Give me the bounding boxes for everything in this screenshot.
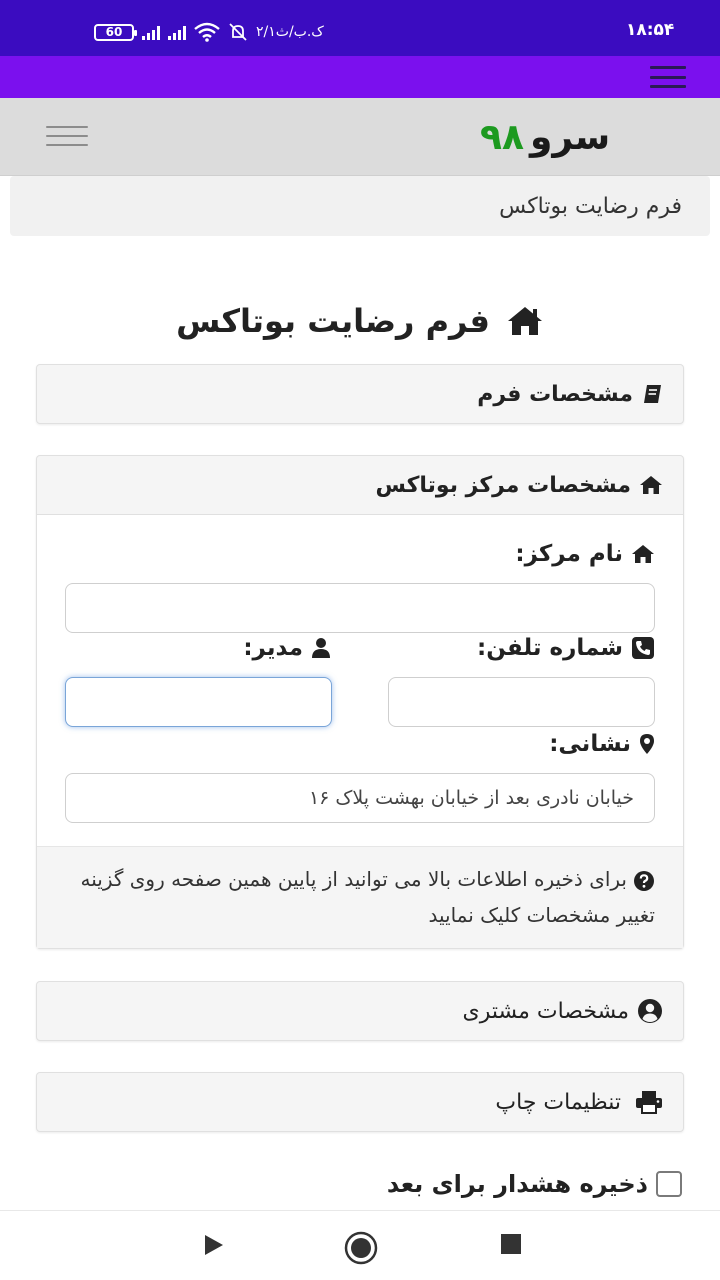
save-hint-text: برای ذخیره اطلاعات بالا می توانید از پای… xyxy=(80,867,655,927)
save-warning-checkbox[interactable] xyxy=(656,1171,682,1197)
manager-label: مدیر: xyxy=(243,635,331,661)
app-menu-icon[interactable] xyxy=(650,66,686,88)
panel-center-details: مشخصات مرکز بوتاکس نام مرکز: شماره تلفن:… xyxy=(36,455,684,949)
logo-word: سرو xyxy=(529,116,611,158)
panel-header-customer-details[interactable]: مشخصات مشتری xyxy=(37,982,683,1040)
manager-label-text: مدیر: xyxy=(243,635,303,661)
mute-bell-icon xyxy=(228,22,248,42)
center-name-input[interactable] xyxy=(65,583,655,633)
panel-header-center-details[interactable]: مشخصات مرکز بوتاکس xyxy=(37,456,683,514)
print-icon xyxy=(635,1090,663,1114)
manager-input[interactable] xyxy=(65,677,332,727)
panel-customer-details[interactable]: مشخصات مشتری xyxy=(36,981,684,1041)
site-menu-icon[interactable] xyxy=(46,126,88,146)
question-circle-icon xyxy=(633,870,655,892)
signal-icon xyxy=(142,24,160,40)
home-icon xyxy=(639,475,663,495)
center-name-label: نام مرکز: xyxy=(515,541,655,567)
panel-header-form-details[interactable]: مشخصات فرم xyxy=(37,365,683,423)
breadcrumb: فرم رضایت بوتاکس xyxy=(10,176,710,236)
status-bar: 60 ۲/۱ک.ب/ث ۱۸:۵۴ xyxy=(0,0,720,56)
site-header: ۹۸ سرو xyxy=(0,98,720,176)
status-icons: 60 ۲/۱ک.ب/ث xyxy=(94,21,324,43)
address-label: نشانی: xyxy=(549,731,655,757)
battery-icon: 60 xyxy=(94,23,137,41)
phone-icon xyxy=(631,636,655,660)
signal-icon-2 xyxy=(168,24,186,40)
home-button[interactable] xyxy=(344,1231,378,1265)
phone-label: شماره تلفن: xyxy=(477,635,655,661)
page-title: فرم رضایت بوتاکس xyxy=(0,296,720,346)
address-input[interactable] xyxy=(65,773,655,823)
user-icon xyxy=(311,637,331,659)
breadcrumb-current: فرم رضایت بوتاکس xyxy=(499,193,682,219)
logo-number: ۹۸ xyxy=(480,116,524,158)
app-bar xyxy=(0,56,720,98)
save-warning-option[interactable]: ذخیره هشدار برای بعد xyxy=(36,1164,684,1204)
phone-input[interactable] xyxy=(388,677,655,727)
save-warning-label: ذخیره هشدار برای بعد xyxy=(386,1170,648,1198)
address-label-text: نشانی: xyxy=(549,731,631,757)
panel-title: مشخصات مشتری xyxy=(462,998,629,1024)
home-icon xyxy=(631,544,655,564)
wifi-icon xyxy=(194,22,220,42)
system-nav-bar xyxy=(0,1210,720,1280)
panel-form-details[interactable]: مشخصات فرم xyxy=(36,364,684,424)
phone-label-text: شماره تلفن: xyxy=(477,635,623,661)
back-button[interactable] xyxy=(203,1233,225,1257)
panel-title: تنظیمات چاپ xyxy=(495,1089,621,1115)
recents-button[interactable] xyxy=(500,1233,522,1255)
user-circle-icon xyxy=(637,998,663,1024)
data-speed: ۲/۱ک.ب/ث xyxy=(256,24,324,40)
panel-print-settings[interactable]: تنظیمات چاپ xyxy=(36,1072,684,1132)
book-icon xyxy=(641,383,663,405)
home-icon xyxy=(506,305,544,337)
panel-title: مشخصات مرکز بوتاکس xyxy=(375,472,631,498)
status-time: ۱۸:۵۴ xyxy=(626,20,675,40)
panel-title: مشخصات فرم xyxy=(477,381,633,407)
save-hint: برای ذخیره اطلاعات بالا می توانید از پای… xyxy=(37,846,683,948)
site-logo[interactable]: ۹۸ سرو xyxy=(480,112,620,162)
center-form: نام مرکز: شماره تلفن: مدیر: نشانی: xyxy=(37,514,683,846)
center-name-label-text: نام مرکز: xyxy=(515,541,623,567)
page-title-text: فرم رضایت بوتاکس xyxy=(176,302,490,340)
map-marker-icon xyxy=(639,733,655,755)
panel-header-print-settings[interactable]: تنظیمات چاپ xyxy=(37,1073,683,1131)
